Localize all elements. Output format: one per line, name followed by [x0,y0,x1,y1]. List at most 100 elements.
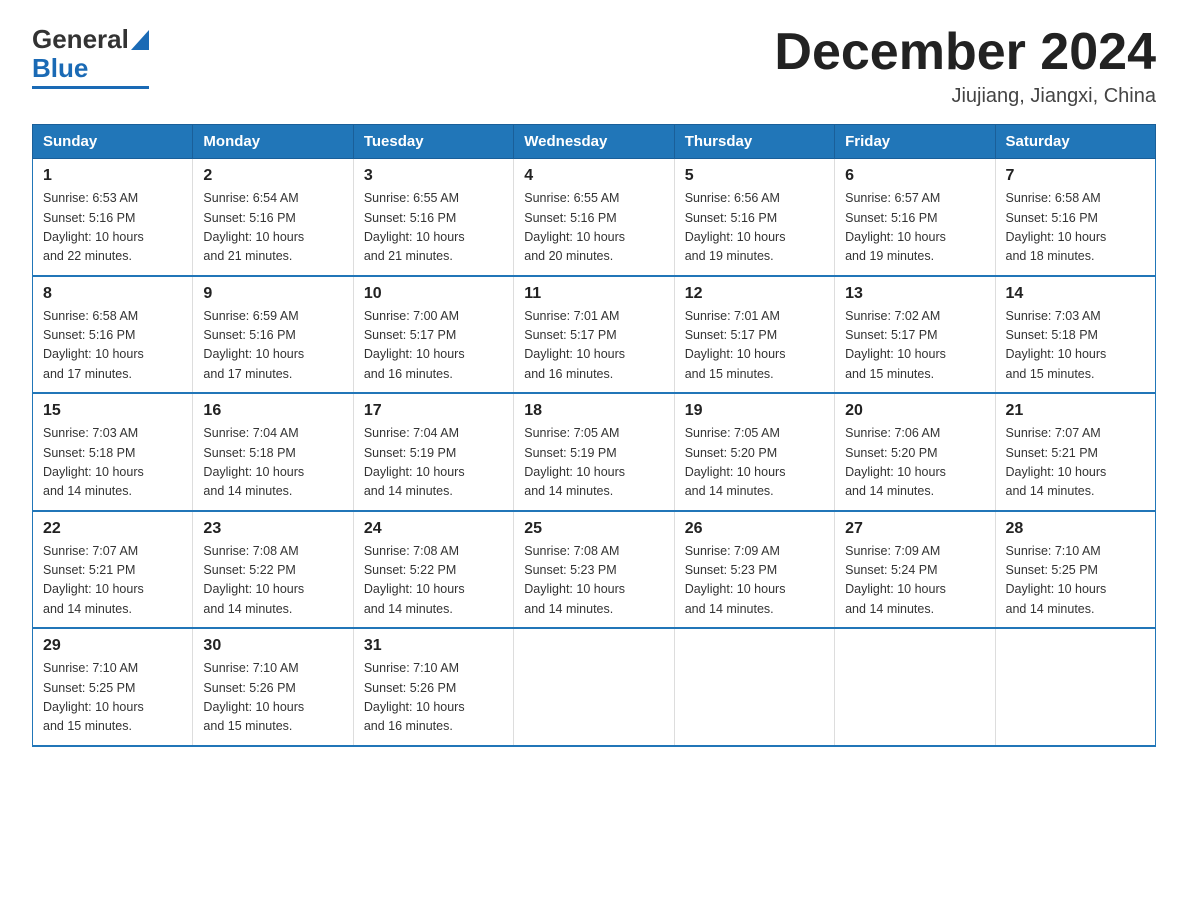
day-info: Sunrise: 7:09 AMSunset: 5:24 PMDaylight:… [845,544,946,616]
table-row: 8 Sunrise: 6:58 AMSunset: 5:16 PMDayligh… [33,276,193,394]
day-info: Sunrise: 7:00 AMSunset: 5:17 PMDaylight:… [364,309,465,381]
day-info: Sunrise: 6:55 AMSunset: 5:16 PMDaylight:… [364,191,465,263]
calendar-week-row: 22 Sunrise: 7:07 AMSunset: 5:21 PMDaylig… [33,511,1156,629]
day-number: 24 [364,520,503,538]
table-row: 3 Sunrise: 6:55 AMSunset: 5:16 PMDayligh… [353,159,513,276]
weekday-header-row: Sunday Monday Tuesday Wednesday Thursday… [33,125,1156,159]
day-info: Sunrise: 7:05 AMSunset: 5:19 PMDaylight:… [524,426,625,498]
calendar-week-row: 1 Sunrise: 6:53 AMSunset: 5:16 PMDayligh… [33,159,1156,276]
logo-blue: Blue [32,53,88,84]
day-number: 26 [685,520,824,538]
table-row: 19 Sunrise: 7:05 AMSunset: 5:20 PMDaylig… [674,393,834,511]
logo-general: General [32,24,129,55]
table-row: 4 Sunrise: 6:55 AMSunset: 5:16 PMDayligh… [514,159,674,276]
month-title: December 2024 [774,24,1156,81]
day-info: Sunrise: 7:10 AMSunset: 5:25 PMDaylight:… [1006,544,1107,616]
table-row [514,628,674,746]
day-number: 14 [1006,285,1145,303]
day-info: Sunrise: 6:57 AMSunset: 5:16 PMDaylight:… [845,191,946,263]
logo-triangle-icon [131,30,149,50]
table-row: 26 Sunrise: 7:09 AMSunset: 5:23 PMDaylig… [674,511,834,629]
day-number: 12 [685,285,824,303]
day-number: 8 [43,285,182,303]
table-row: 17 Sunrise: 7:04 AMSunset: 5:19 PMDaylig… [353,393,513,511]
day-number: 2 [203,167,342,185]
day-number: 15 [43,402,182,420]
table-row [995,628,1155,746]
calendar-body: 1 Sunrise: 6:53 AMSunset: 5:16 PMDayligh… [33,159,1156,746]
table-row: 28 Sunrise: 7:10 AMSunset: 5:25 PMDaylig… [995,511,1155,629]
day-number: 17 [364,402,503,420]
day-info: Sunrise: 7:06 AMSunset: 5:20 PMDaylight:… [845,426,946,498]
day-info: Sunrise: 7:08 AMSunset: 5:23 PMDaylight:… [524,544,625,616]
table-row: 9 Sunrise: 6:59 AMSunset: 5:16 PMDayligh… [193,276,353,394]
day-info: Sunrise: 7:07 AMSunset: 5:21 PMDaylight:… [43,544,144,616]
day-info: Sunrise: 7:05 AMSunset: 5:20 PMDaylight:… [685,426,786,498]
day-info: Sunrise: 6:55 AMSunset: 5:16 PMDaylight:… [524,191,625,263]
day-number: 1 [43,167,182,185]
day-number: 9 [203,285,342,303]
day-number: 10 [364,285,503,303]
table-row: 21 Sunrise: 7:07 AMSunset: 5:21 PMDaylig… [995,393,1155,511]
day-info: Sunrise: 7:04 AMSunset: 5:19 PMDaylight:… [364,426,465,498]
table-row: 16 Sunrise: 7:04 AMSunset: 5:18 PMDaylig… [193,393,353,511]
table-row: 15 Sunrise: 7:03 AMSunset: 5:18 PMDaylig… [33,393,193,511]
table-row: 29 Sunrise: 7:10 AMSunset: 5:25 PMDaylig… [33,628,193,746]
day-number: 31 [364,637,503,655]
day-info: Sunrise: 7:01 AMSunset: 5:17 PMDaylight:… [524,309,625,381]
table-row: 25 Sunrise: 7:08 AMSunset: 5:23 PMDaylig… [514,511,674,629]
day-number: 29 [43,637,182,655]
calendar-week-row: 29 Sunrise: 7:10 AMSunset: 5:25 PMDaylig… [33,628,1156,746]
logo: General Blue [32,24,149,89]
calendar-week-row: 15 Sunrise: 7:03 AMSunset: 5:18 PMDaylig… [33,393,1156,511]
day-number: 27 [845,520,984,538]
table-row: 18 Sunrise: 7:05 AMSunset: 5:19 PMDaylig… [514,393,674,511]
table-row: 27 Sunrise: 7:09 AMSunset: 5:24 PMDaylig… [835,511,995,629]
table-row: 10 Sunrise: 7:00 AMSunset: 5:17 PMDaylig… [353,276,513,394]
day-info: Sunrise: 7:01 AMSunset: 5:17 PMDaylight:… [685,309,786,381]
day-number: 7 [1006,167,1145,185]
day-info: Sunrise: 7:07 AMSunset: 5:21 PMDaylight:… [1006,426,1107,498]
header-wednesday: Wednesday [514,125,674,159]
location: Jiujiang, Jiangxi, China [774,85,1156,108]
day-number: 19 [685,402,824,420]
day-number: 4 [524,167,663,185]
day-info: Sunrise: 7:10 AMSunset: 5:26 PMDaylight:… [203,661,304,733]
header-monday: Monday [193,125,353,159]
day-info: Sunrise: 7:08 AMSunset: 5:22 PMDaylight:… [364,544,465,616]
table-row: 6 Sunrise: 6:57 AMSunset: 5:16 PMDayligh… [835,159,995,276]
day-info: Sunrise: 6:59 AMSunset: 5:16 PMDaylight:… [203,309,304,381]
day-number: 11 [524,285,663,303]
table-row: 30 Sunrise: 7:10 AMSunset: 5:26 PMDaylig… [193,628,353,746]
day-info: Sunrise: 7:08 AMSunset: 5:22 PMDaylight:… [203,544,304,616]
table-row [674,628,834,746]
day-info: Sunrise: 7:09 AMSunset: 5:23 PMDaylight:… [685,544,786,616]
calendar-week-row: 8 Sunrise: 6:58 AMSunset: 5:16 PMDayligh… [33,276,1156,394]
day-info: Sunrise: 6:54 AMSunset: 5:16 PMDaylight:… [203,191,304,263]
table-row: 22 Sunrise: 7:07 AMSunset: 5:21 PMDaylig… [33,511,193,629]
day-number: 16 [203,402,342,420]
day-info: Sunrise: 7:04 AMSunset: 5:18 PMDaylight:… [203,426,304,498]
header-sunday: Sunday [33,125,193,159]
header-tuesday: Tuesday [353,125,513,159]
day-info: Sunrise: 7:10 AMSunset: 5:25 PMDaylight:… [43,661,144,733]
day-number: 30 [203,637,342,655]
table-row: 12 Sunrise: 7:01 AMSunset: 5:17 PMDaylig… [674,276,834,394]
day-number: 6 [845,167,984,185]
day-info: Sunrise: 7:03 AMSunset: 5:18 PMDaylight:… [1006,309,1107,381]
table-row: 5 Sunrise: 6:56 AMSunset: 5:16 PMDayligh… [674,159,834,276]
table-row: 20 Sunrise: 7:06 AMSunset: 5:20 PMDaylig… [835,393,995,511]
calendar-table: Sunday Monday Tuesday Wednesday Thursday… [32,124,1156,747]
logo-underline [32,86,149,89]
day-info: Sunrise: 6:58 AMSunset: 5:16 PMDaylight:… [1006,191,1107,263]
day-number: 22 [43,520,182,538]
table-row: 2 Sunrise: 6:54 AMSunset: 5:16 PMDayligh… [193,159,353,276]
day-number: 13 [845,285,984,303]
header-saturday: Saturday [995,125,1155,159]
day-info: Sunrise: 6:53 AMSunset: 5:16 PMDaylight:… [43,191,144,263]
table-row: 7 Sunrise: 6:58 AMSunset: 5:16 PMDayligh… [995,159,1155,276]
table-row: 1 Sunrise: 6:53 AMSunset: 5:16 PMDayligh… [33,159,193,276]
title-block: December 2024 Jiujiang, Jiangxi, China [774,24,1156,108]
header-thursday: Thursday [674,125,834,159]
day-number: 5 [685,167,824,185]
